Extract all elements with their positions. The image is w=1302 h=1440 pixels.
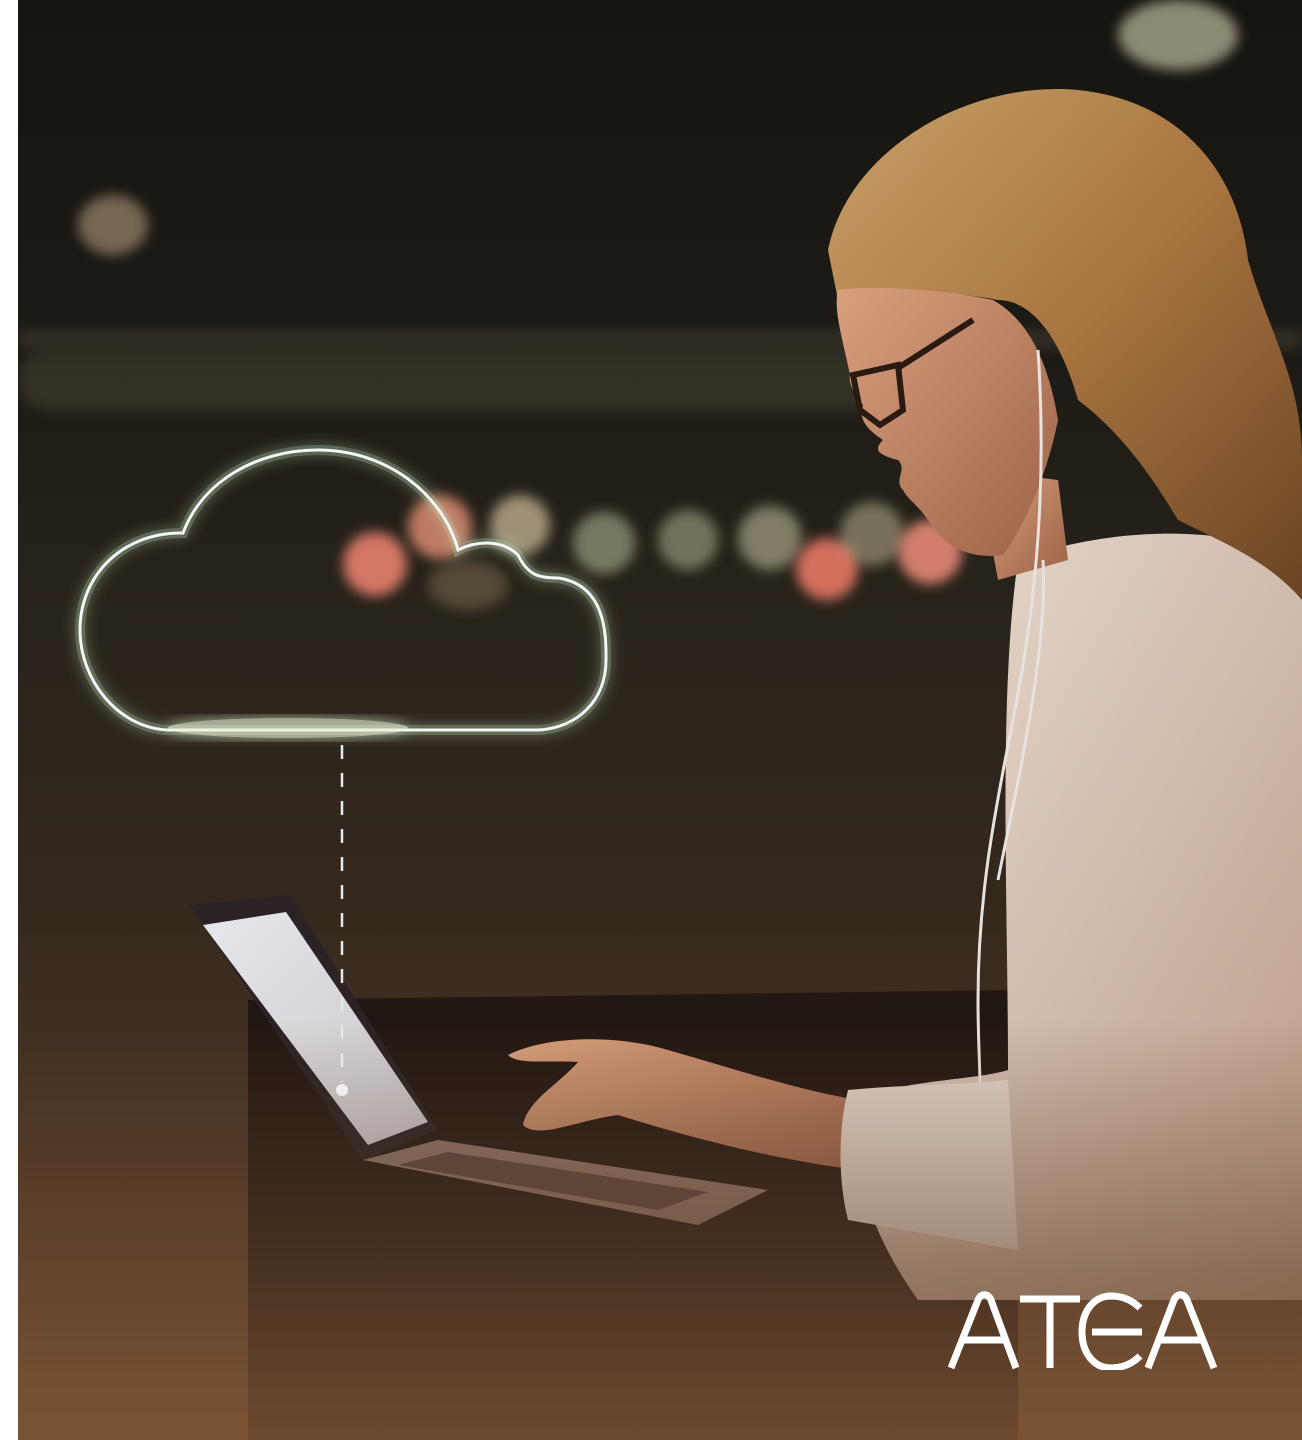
cloud-outline-core — [78, 448, 608, 732]
cloud-base-glow — [168, 718, 408, 738]
atea-logo — [948, 1291, 1218, 1370]
hero-photo — [18, 0, 1302, 1440]
connector-dot — [336, 1084, 348, 1096]
cloud-outline — [74, 444, 612, 735]
cloud-icon — [74, 444, 612, 1096]
